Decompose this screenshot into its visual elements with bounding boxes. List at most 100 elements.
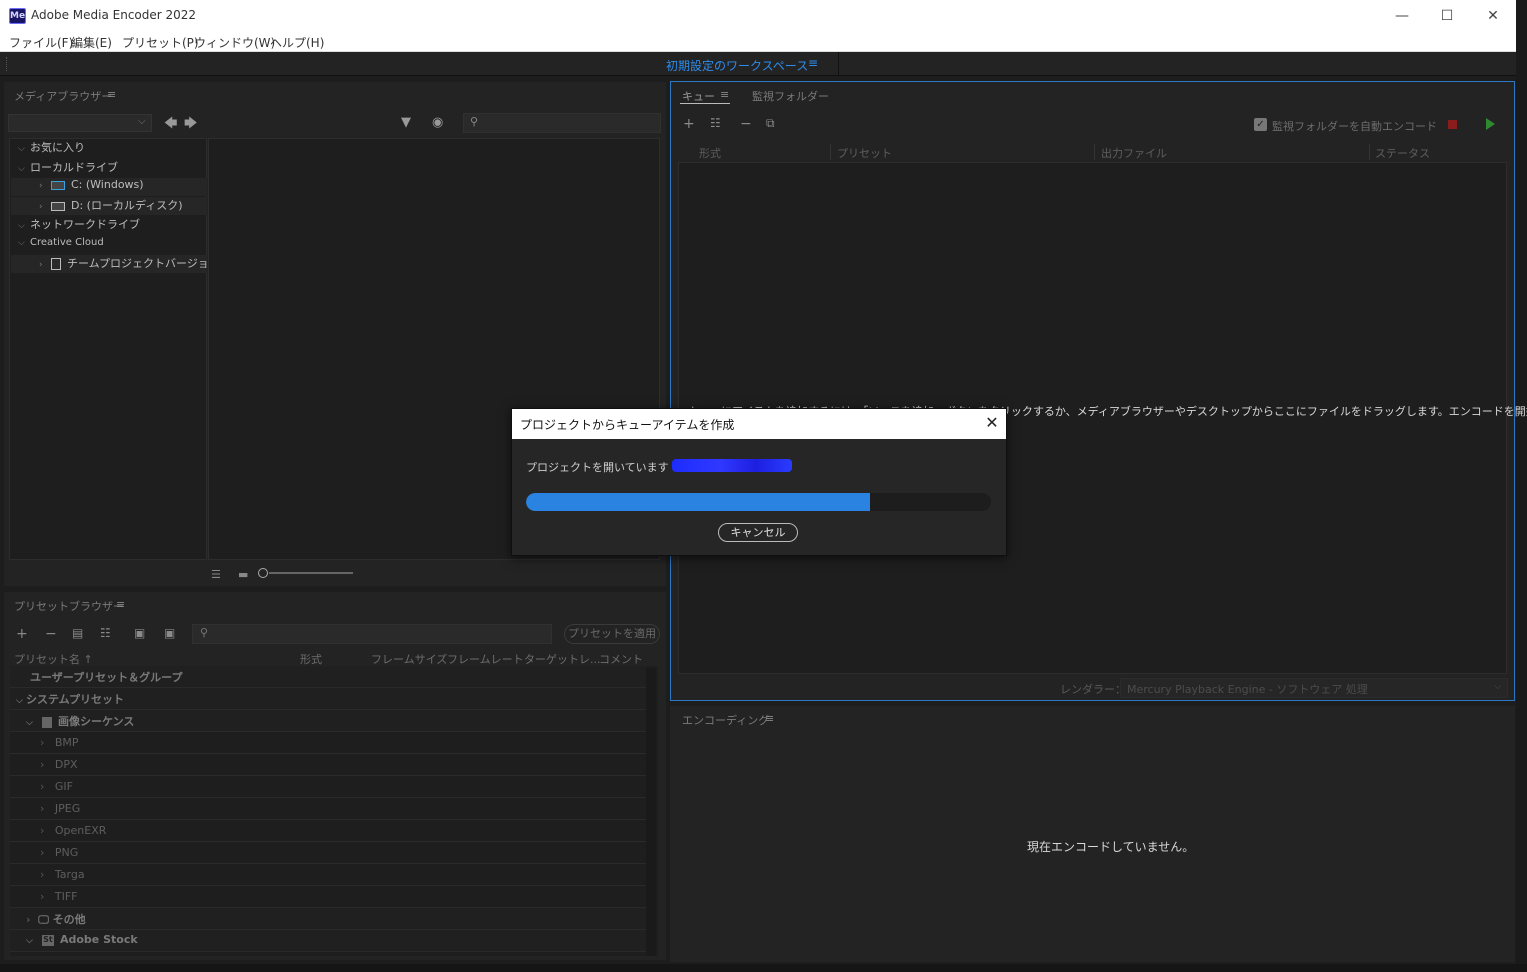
- chevron-down-icon: ⌵: [18, 221, 25, 231]
- window-title: Adobe Media Encoder 2022: [31, 8, 197, 22]
- start-queue-button[interactable]: [1486, 118, 1495, 130]
- panel-menu-icon[interactable]: ≡: [116, 598, 125, 611]
- menu-window[interactable]: ウィンドウ(W): [194, 34, 275, 51]
- tab-watch-folders[interactable]: 監視フォルダー: [752, 88, 829, 104]
- list-item[interactable]: ユーザープリセット＆グループ: [10, 666, 646, 688]
- windows-drive-icon: [51, 180, 65, 190]
- column-format[interactable]: 形式: [300, 651, 322, 667]
- column-format[interactable]: 形式: [699, 145, 721, 161]
- tree-item-creative-cloud[interactable]: ⌵ Creative Cloud: [18, 237, 104, 255]
- location-dropdown[interactable]: [8, 114, 152, 132]
- preset-label: OpenEXR: [54, 824, 107, 837]
- minimize-button[interactable]: —: [1387, 6, 1417, 26]
- media-search-input[interactable]: [463, 113, 661, 133]
- stop-queue-button[interactable]: [1448, 120, 1457, 129]
- tree-item-team-projects[interactable]: › チームプロジェクトバージョン: [11, 255, 220, 273]
- list-item[interactable]: › DPX: [10, 754, 646, 776]
- import-preset-icon[interactable]: ▣: [134, 626, 145, 640]
- menu-file[interactable]: ファイル(F): [9, 34, 73, 51]
- list-item[interactable]: › 🖵 その他: [10, 908, 646, 930]
- monitor-icon: 🖵: [38, 913, 53, 926]
- workspace-menu-icon[interactable]: ≡: [808, 56, 818, 70]
- column-output-file[interactable]: 出力ファイル: [1101, 145, 1167, 161]
- column-frame-rate[interactable]: フレームレート: [447, 651, 524, 667]
- list-item[interactable]: › Targa: [10, 864, 646, 886]
- forward-arrow-icon[interactable]: 🡆: [184, 114, 197, 136]
- renderer-dropdown[interactable]: Mercury Playback Engine - ソフトウェア 処理: [1120, 678, 1508, 698]
- add-source-icon[interactable]: +: [683, 116, 695, 132]
- title-bar: Me Adobe Media Encoder 2022 — ☐ ✕: [0, 0, 1516, 32]
- preset-browser-title[interactable]: プリセットブラウザー: [14, 598, 124, 614]
- column-comment[interactable]: コメント: [599, 651, 643, 667]
- maximize-button[interactable]: ☐: [1432, 6, 1462, 26]
- active-tab-indicator: [680, 103, 730, 104]
- zoom-slider-track[interactable]: [269, 572, 353, 574]
- list-item[interactable]: › JPEG: [10, 798, 646, 820]
- remove-item-icon[interactable]: −: [740, 116, 752, 132]
- drag-grip[interactable]: [6, 57, 9, 71]
- column-status[interactable]: ステータス: [1375, 145, 1430, 161]
- preset-label: Targa: [54, 868, 85, 881]
- list-item[interactable]: › OpenEXR: [10, 820, 646, 842]
- close-button[interactable]: ✕: [1478, 6, 1508, 26]
- list-item[interactable]: › GIF: [10, 776, 646, 798]
- renderer-label: レンダラー：: [1060, 683, 1126, 696]
- tree-item-label: チームプロジェクトバージョン: [67, 257, 220, 270]
- menu-help[interactable]: ヘルプ(H): [270, 34, 324, 51]
- preset-search-input[interactable]: [192, 624, 552, 644]
- column-frame-size[interactable]: フレームサイズ: [371, 651, 447, 667]
- filter-icon[interactable]: ▼: [401, 115, 411, 130]
- list-item[interactable]: › BMP: [10, 732, 646, 754]
- preset-scrollbar[interactable]: [646, 668, 656, 956]
- column-preset-name[interactable]: プリセット名 ↑: [14, 651, 93, 667]
- export-preset-icon[interactable]: ▣: [164, 626, 175, 640]
- list-view-icon[interactable]: ☰: [211, 568, 221, 581]
- list-item[interactable]: ⌵ St Adobe Stock: [10, 930, 646, 952]
- column-target-rate[interactable]: ターゲットレ...: [524, 651, 601, 667]
- media-browser-title[interactable]: メディアブラウザー: [14, 88, 112, 104]
- add-preset-icon[interactable]: +: [16, 626, 28, 642]
- encoding-title[interactable]: エンコーディング: [682, 712, 769, 728]
- preset-label: DPX: [54, 758, 78, 771]
- chevron-right-icon: ›: [39, 202, 43, 212]
- list-item[interactable]: › TIFF: [10, 886, 646, 908]
- menu-preset[interactable]: プリセット(P): [122, 34, 199, 51]
- list-item[interactable]: ⌵ システムプリセット: [10, 688, 646, 710]
- auto-encode-checkbox[interactable]: ✓: [1254, 118, 1267, 131]
- panel-menu-icon[interactable]: ≡: [765, 712, 774, 725]
- preset-label: JPEG: [54, 802, 81, 815]
- remove-preset-icon[interactable]: −: [45, 626, 57, 642]
- workspace-tab[interactable]: 初期設定のワークスペース: [666, 57, 808, 74]
- tree-item-c-drive[interactable]: › C: (Windows): [11, 178, 207, 196]
- panel-menu-icon[interactable]: ≡: [107, 88, 116, 101]
- menu-edit[interactable]: 編集(E): [71, 34, 112, 51]
- thumbnail-view-icon[interactable]: ▬: [238, 568, 248, 581]
- chevron-right-icon: ›: [39, 181, 43, 191]
- new-group-icon[interactable]: ▤: [72, 626, 83, 640]
- window-edge: [1516, 0, 1527, 972]
- view-eye-icon[interactable]: ◉: [432, 115, 443, 130]
- cancel-button[interactable]: キャンセル: [718, 523, 798, 542]
- adobe-stock-icon: St: [41, 934, 54, 946]
- duplicate-item-icon[interactable]: ⧉: [766, 116, 775, 131]
- apply-preset-button[interactable]: プリセットを適用: [564, 624, 660, 644]
- panel-menu-icon[interactable]: ≡: [720, 88, 729, 101]
- back-arrow-icon[interactable]: 🡄: [164, 114, 177, 136]
- chevron-down-icon: ⌵: [18, 164, 25, 174]
- zoom-slider-handle[interactable]: [258, 568, 268, 578]
- tree-item-d-drive[interactable]: › D: (ローカルディスク): [11, 197, 207, 215]
- list-item[interactable]: › PNG: [10, 842, 646, 864]
- tree-item-local-drives[interactable]: ⌵ ローカルドライブ: [18, 159, 118, 177]
- tree-item-favorites[interactable]: ⌵ お気に入り: [18, 139, 85, 157]
- column-preset[interactable]: プリセット: [837, 145, 892, 161]
- list-item[interactable]: ⌵ 画像シーケンス: [10, 710, 646, 732]
- tree-item-network-drives[interactable]: ⌵ ネットワークドライブ: [18, 216, 140, 234]
- workspace-divider: [838, 52, 839, 76]
- preset-label: PNG: [54, 846, 79, 859]
- close-icon[interactable]: ✕: [982, 413, 1002, 432]
- preset-group-label: システムプリセット: [25, 693, 124, 706]
- tab-queue[interactable]: キュー: [682, 88, 715, 104]
- queue-settings-icon[interactable]: ☷: [710, 116, 721, 130]
- preset-group-label: Adobe Stock: [59, 933, 138, 946]
- preset-settings-icon[interactable]: ☷: [100, 626, 111, 640]
